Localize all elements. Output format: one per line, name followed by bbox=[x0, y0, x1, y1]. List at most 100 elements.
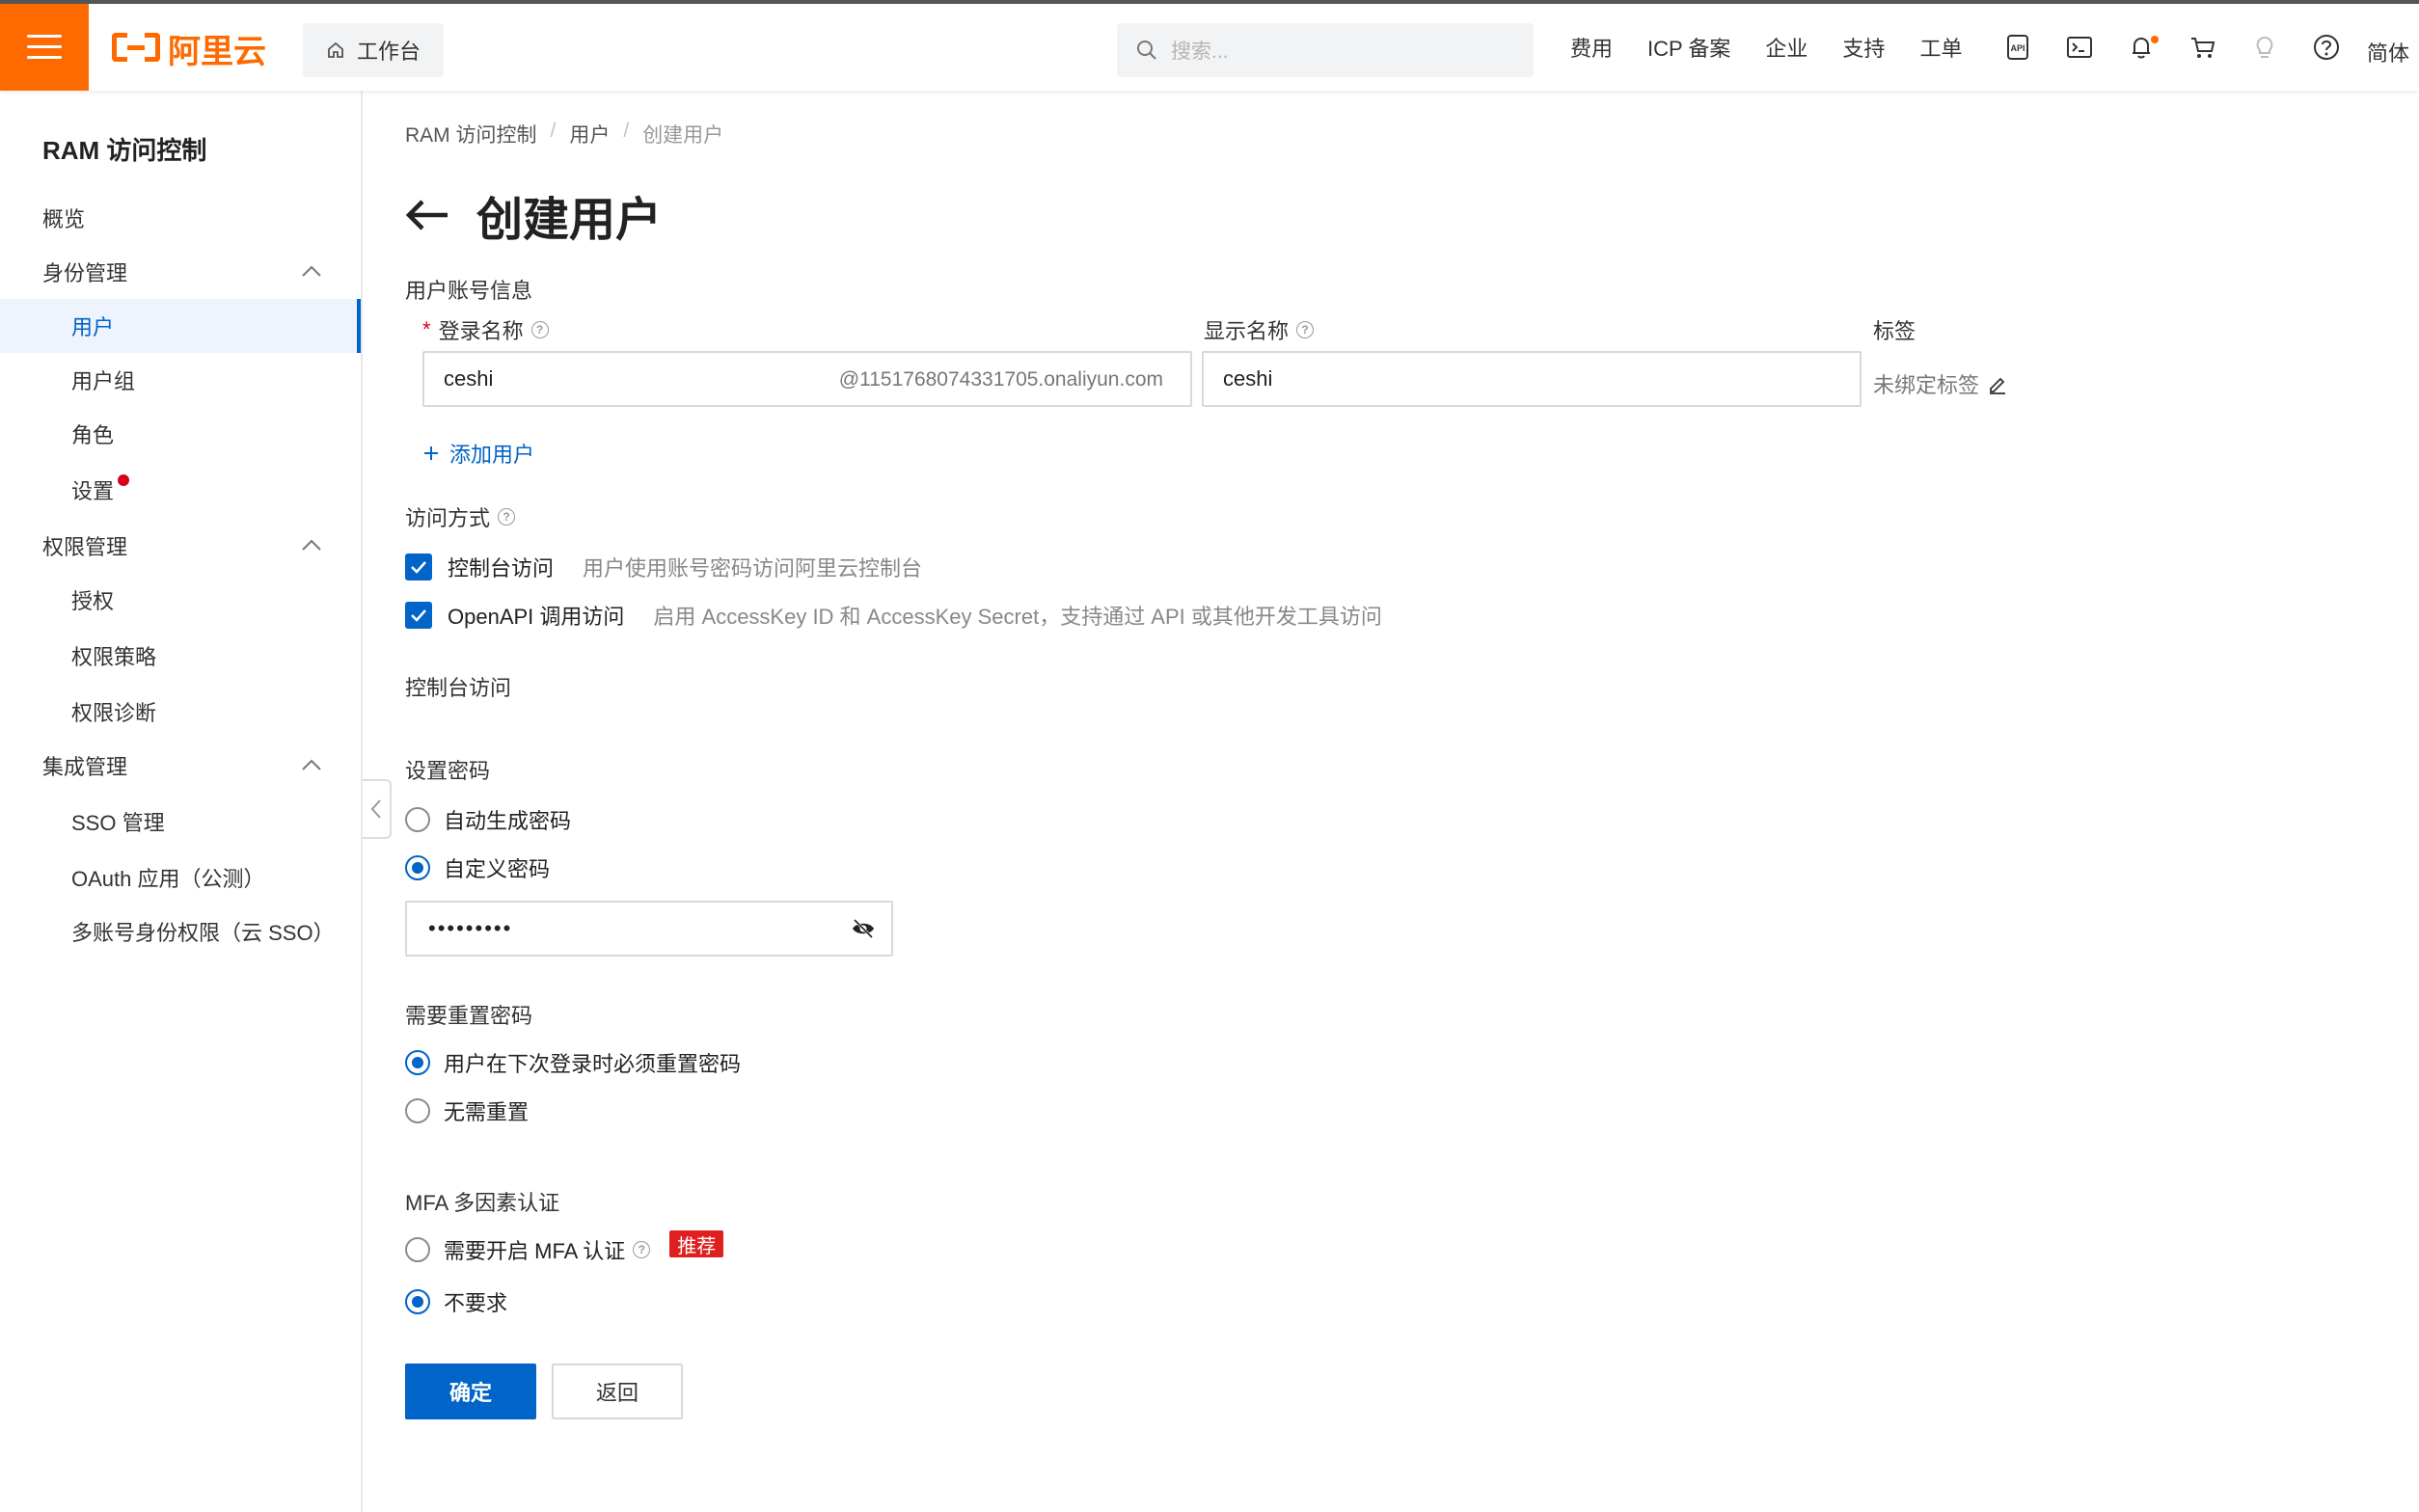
breadcrumb-ram[interactable]: RAM 访问控制 bbox=[405, 120, 537, 148]
logo-text: 阿里云 bbox=[168, 33, 266, 70]
custom-password-radio[interactable]: 自定义密码 bbox=[405, 852, 550, 883]
nav-ticket[interactable]: 工单 bbox=[1919, 32, 1962, 63]
help-icon[interactable]: ? bbox=[1296, 321, 1315, 338]
reset-none-label: 无需重置 bbox=[444, 1100, 530, 1124]
chevron-up-icon bbox=[302, 759, 321, 770]
login-name-input[interactable]: ceshi @1151768074331705.onaliyun.com bbox=[422, 351, 1192, 407]
breadcrumb-users[interactable]: 用户 bbox=[569, 120, 610, 148]
chevron-left-icon bbox=[370, 799, 381, 819]
radio-selected-icon bbox=[405, 1050, 430, 1075]
reset-none-radio[interactable]: 无需重置 bbox=[405, 1095, 529, 1126]
console-section-title: 控制台访问 bbox=[405, 676, 512, 700]
nav-fees[interactable]: 费用 bbox=[1570, 32, 1613, 63]
workbench-button[interactable]: 工作台 bbox=[303, 23, 444, 77]
breadcrumb: RAM 访问控制 / 用户 / 创建用户 bbox=[405, 120, 723, 148]
nav-icp[interactable]: ICP 备案 bbox=[1647, 32, 1730, 63]
breadcrumb-separator: / bbox=[550, 120, 557, 142]
tags-label: 标签 bbox=[1873, 319, 1916, 343]
sidebar-group-integration[interactable]: 集成管理 bbox=[0, 739, 361, 793]
nav-support[interactable]: 支持 bbox=[1842, 32, 1885, 63]
display-name-input[interactable]: ceshi bbox=[1202, 351, 1862, 407]
sidebar-item-sso[interactable]: SSO 管理 bbox=[0, 795, 361, 849]
aliyun-logo[interactable]: 阿里云 bbox=[112, 29, 266, 70]
help-icon[interactable] bbox=[2296, 16, 2357, 78]
sidebar-item-label: 权限管理 bbox=[42, 535, 128, 559]
sidebar-item-overview[interactable]: 概览 bbox=[0, 191, 361, 245]
access-method-title: 访问方式 ? bbox=[405, 501, 516, 532]
console-access-label: 控制台访问 bbox=[448, 556, 555, 580]
sidebar-item-policies[interactable]: 权限策略 bbox=[0, 629, 361, 683]
openapi-access-checkbox[interactable]: OpenAPI 调用访问 启用 AccessKey ID 和 AccessKey… bbox=[405, 600, 1382, 631]
reset-password-title: 需要重置密码 bbox=[405, 1004, 533, 1028]
sidebar-item-oauth[interactable]: OAuth 应用（公测） bbox=[0, 850, 361, 904]
page-header: 创建用户 bbox=[405, 181, 662, 249]
mfa-required-label: 需要开启 MFA 认证 bbox=[444, 1239, 626, 1263]
radio-icon bbox=[405, 1237, 430, 1262]
sidebar-item-label: 权限诊断 bbox=[71, 701, 157, 725]
back-arrow-icon[interactable] bbox=[405, 199, 449, 231]
radio-selected-icon bbox=[405, 1289, 430, 1314]
bell-icon[interactable] bbox=[2110, 16, 2172, 78]
hamburger-icon bbox=[27, 35, 62, 60]
menu-button[interactable] bbox=[0, 4, 89, 91]
login-name-suffix: @1151768074331705.onaliyun.com bbox=[838, 368, 1163, 391]
tags-field[interactable]: 未绑定标签 bbox=[1873, 368, 2008, 399]
sidebar-item-user-groups[interactable]: 用户组 bbox=[0, 353, 361, 407]
sidebar-item-grants[interactable]: 授权 bbox=[0, 573, 361, 627]
checkbox-checked-icon bbox=[405, 602, 432, 629]
search-input[interactable]: 搜索... bbox=[1117, 23, 1534, 77]
chevron-up-icon bbox=[302, 265, 321, 277]
sidebar-item-cloud-sso[interactable]: 多账号身份权限（云 SSO） bbox=[0, 904, 361, 958]
sidebar-group-identity[interactable]: 身份管理 bbox=[0, 245, 361, 299]
sidebar-item-label: SSO 管理 bbox=[71, 811, 165, 835]
sidebar-item-label: 角色 bbox=[71, 423, 115, 447]
notification-dot bbox=[2151, 36, 2159, 43]
search-icon bbox=[1137, 40, 1156, 60]
checkbox-checked-icon bbox=[405, 554, 432, 580]
language-switch[interactable]: 简体 bbox=[2367, 37, 2409, 68]
new-badge-dot bbox=[118, 474, 130, 486]
help-icon[interactable]: ? bbox=[498, 508, 516, 526]
console-access-desc: 用户使用账号密码访问阿里云控制台 bbox=[583, 556, 923, 580]
breadcrumb-current: 创建用户 bbox=[642, 124, 724, 147]
sidebar-title: RAM 访问控制 bbox=[42, 136, 207, 165]
recommended-badge: 推荐 bbox=[669, 1230, 724, 1257]
password-input[interactable]: ••••••••• bbox=[405, 901, 893, 957]
login-name-label-text: 登录名称 bbox=[438, 319, 524, 343]
cart-icon[interactable] bbox=[2172, 16, 2234, 78]
edit-icon[interactable] bbox=[1987, 373, 2008, 394]
display-name-label: 显示名称 ? bbox=[1204, 314, 1315, 345]
sidebar-item-diagnosis[interactable]: 权限诊断 bbox=[0, 685, 361, 739]
account-info-title: 用户账号信息 bbox=[405, 279, 533, 303]
display-name-label-text: 显示名称 bbox=[1204, 319, 1290, 343]
sidebar-item-label: 身份管理 bbox=[42, 261, 128, 285]
radio-icon bbox=[405, 807, 430, 832]
console-access-checkbox[interactable]: 控制台访问 用户使用账号密码访问阿里云控制台 bbox=[405, 552, 922, 582]
svg-text:API: API bbox=[2010, 43, 2025, 53]
mfa-none-radio[interactable]: 不要求 bbox=[405, 1286, 507, 1317]
confirm-button[interactable]: 确定 bbox=[405, 1364, 536, 1419]
sidebar-item-label: 用户组 bbox=[71, 369, 136, 393]
sidebar-item-label: 集成管理 bbox=[42, 755, 128, 779]
mfa-required-radio[interactable]: 需要开启 MFA 认证 ? 推荐 bbox=[405, 1230, 724, 1265]
sidebar-group-permissions[interactable]: 权限管理 bbox=[0, 519, 361, 573]
nav-enterprise[interactable]: 企业 bbox=[1765, 32, 1807, 63]
reset-required-radio[interactable]: 用户在下次登录时必须重置密码 bbox=[405, 1047, 741, 1078]
openapi-access-label: OpenAPI 调用访问 bbox=[448, 605, 625, 629]
add-user-button[interactable]: 添加用户 bbox=[422, 438, 534, 469]
back-button[interactable]: 返回 bbox=[552, 1364, 683, 1419]
sidebar-item-settings[interactable]: 设置 bbox=[0, 463, 361, 517]
radio-icon bbox=[405, 1098, 430, 1123]
sidebar-item-roles[interactable]: 角色 bbox=[0, 407, 361, 461]
auto-password-radio[interactable]: 自动生成密码 bbox=[405, 804, 571, 835]
lightbulb-icon[interactable] bbox=[2234, 16, 2296, 78]
auto-password-label: 自动生成密码 bbox=[444, 809, 572, 833]
sidebar-item-users[interactable]: 用户 bbox=[0, 299, 361, 353]
help-icon[interactable]: ? bbox=[530, 321, 549, 338]
help-icon[interactable]: ? bbox=[633, 1241, 651, 1258]
sidebar-collapse-button[interactable] bbox=[363, 779, 392, 839]
search-placeholder: 搜索... bbox=[1171, 40, 1229, 63]
api-icon[interactable]: API bbox=[1987, 16, 2049, 78]
terminal-icon[interactable] bbox=[2049, 16, 2110, 78]
eye-hidden-icon[interactable] bbox=[851, 916, 876, 941]
